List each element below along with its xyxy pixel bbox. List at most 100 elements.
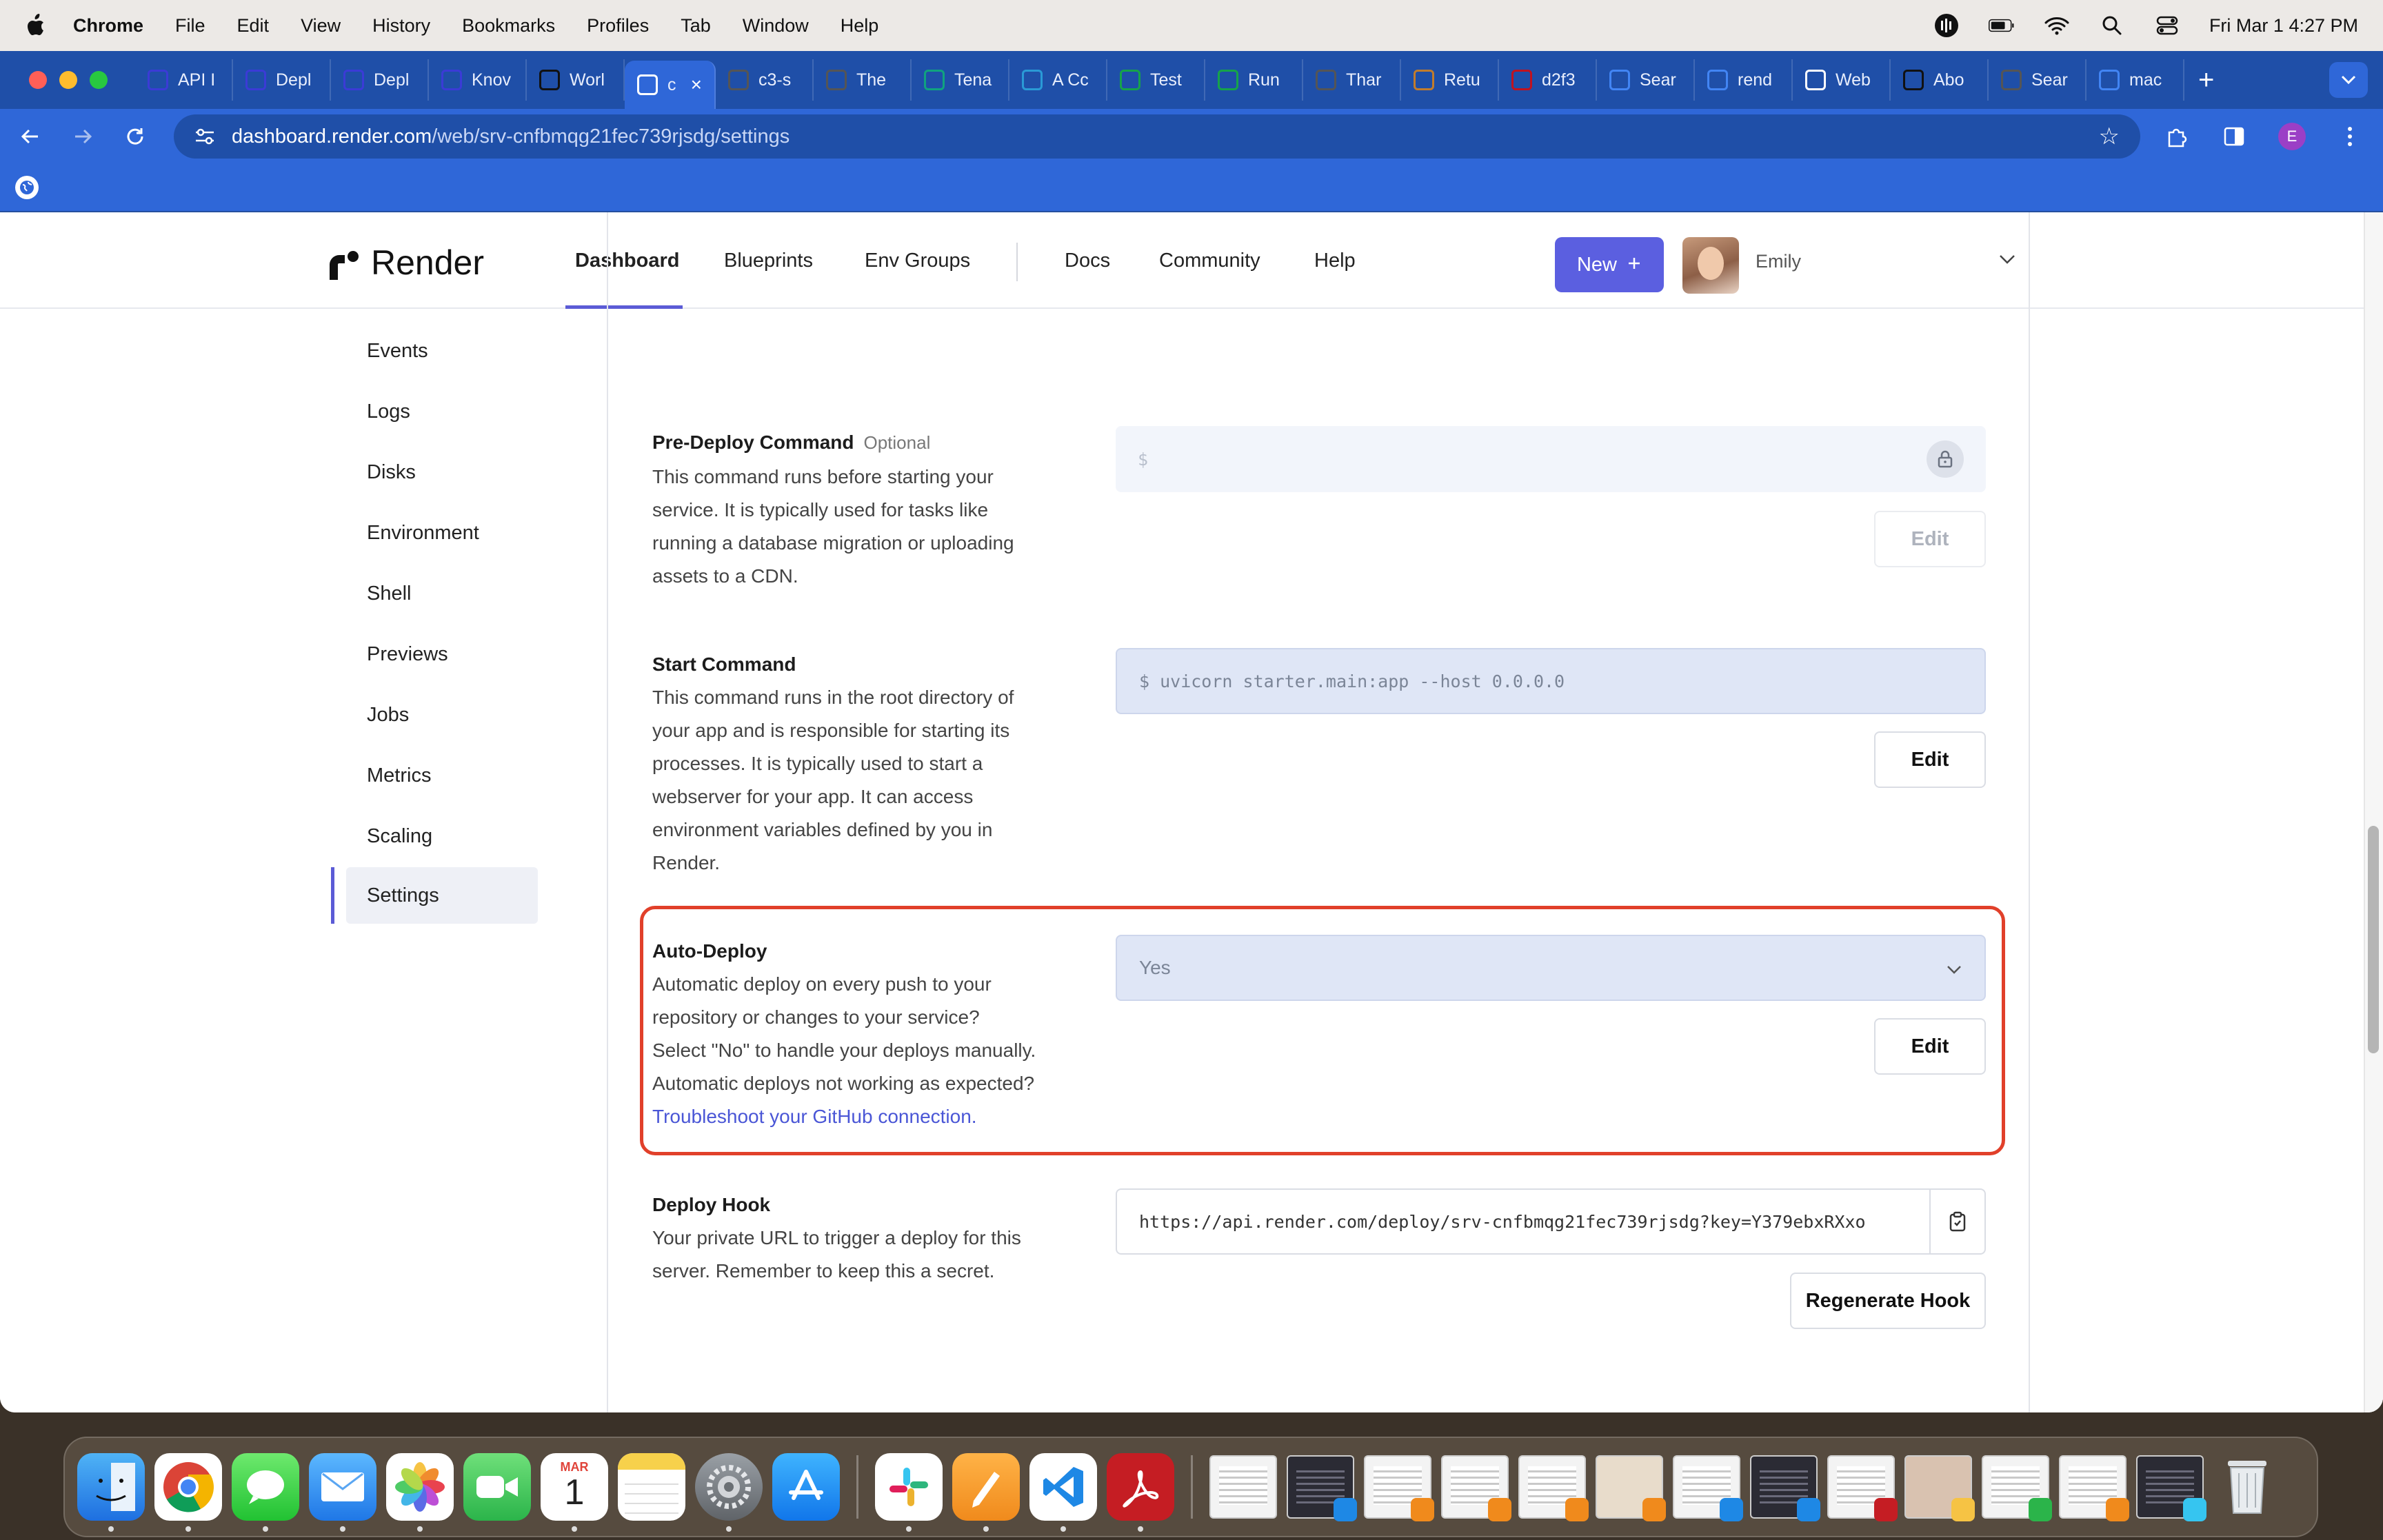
auto-deploy-select[interactable]: Yes [1116,935,1986,1001]
sidebar-item-metrics[interactable]: Metrics [331,747,552,804]
battery-icon[interactable] [1988,12,2015,39]
start-command-edit-button[interactable]: Edit [1874,731,1986,788]
browser-tab[interactable]: Web [1793,59,1891,101]
browser-tab[interactable]: A Cc [1009,59,1107,101]
browser-tab[interactable]: c3-s [716,59,814,101]
minimized-window-thumbnail[interactable] [1827,1455,1898,1521]
pre-deploy-command-field[interactable]: $ [1116,426,1986,492]
extensions-icon[interactable] [2154,114,2198,159]
browser-tab[interactable]: c × [625,61,716,109]
close-window-button[interactable] [29,71,47,89]
minimized-window-thumbnail[interactable] [1287,1455,1357,1521]
pre-deploy-edit-button[interactable]: Edit [1874,511,1986,567]
sidebar-item-disks[interactable]: Disks [331,444,552,500]
sidebar-item-events[interactable]: Events [331,323,552,379]
facetime-icon[interactable] [463,1453,531,1521]
vscode-icon[interactable] [1029,1453,1097,1532]
minimized-window-thumbnail[interactable] [1982,1455,2052,1521]
render-logo[interactable]: Render [330,243,484,283]
minimized-window-thumbnail[interactable] [1209,1455,1277,1519]
system-settings-icon[interactable] [695,1453,763,1532]
browser-tab[interactable]: Tena [912,59,1009,101]
browser-tab[interactable]: Thar [1303,59,1401,101]
sidebar-item-logs[interactable]: Logs [331,383,552,440]
menu-tab[interactable]: Tab [681,15,711,37]
bookmark-globe-icon[interactable] [15,176,39,199]
slack-icon[interactable] [875,1453,943,1532]
scrollbar-thumb[interactable] [2368,826,2379,1053]
auto-deploy-edit-button[interactable]: Edit [1874,1018,1986,1075]
browser-tab[interactable]: d2f3 [1499,59,1597,101]
sidebar-item-shell[interactable]: Shell [331,565,552,622]
sidebar-item-scaling[interactable]: Scaling [331,808,552,864]
menu-app-name[interactable]: Chrome [73,15,143,37]
chrome-menu-icon[interactable] [2328,114,2372,159]
photos-icon[interactable] [386,1453,454,1532]
reload-icon[interactable] [113,114,157,159]
browser-tab[interactable]: rend [1695,59,1793,101]
browser-tab[interactable]: Depl [233,59,331,101]
sidebar-item-previews[interactable]: Previews [331,626,552,682]
copy-to-clipboard-icon[interactable] [1929,1190,1984,1253]
minimized-window-thumbnail[interactable] [2136,1455,2206,1521]
profile-avatar[interactable]: E [2270,114,2314,159]
close-tab-icon[interactable]: × [691,74,702,96]
browser-tab[interactable]: Sear [1597,59,1695,101]
audio-levels-icon[interactable] [1933,12,1960,39]
minimized-window-thumbnail[interactable] [1904,1455,1975,1521]
mail-icon[interactable] [309,1453,376,1532]
app-store-icon[interactable] [772,1453,840,1521]
deploy-hook-url-field[interactable]: https://api.render.com/deploy/srv-cnfbmq… [1116,1188,1986,1255]
minimized-window-thumbnail[interactable] [2059,1455,2129,1521]
minimized-window-thumbnail[interactable] [1596,1455,1666,1521]
sidebar-item-settings[interactable]: Settings [346,867,538,924]
browser-tab[interactable]: Worl [527,59,625,101]
minimized-window-thumbnail[interactable] [1750,1455,1820,1521]
troubleshoot-github-link[interactable]: Troubleshoot your GitHub connection. [652,1100,1135,1133]
browser-tab[interactable]: mac [2087,59,2184,101]
spotlight-search-icon[interactable] [2099,12,2125,39]
browser-tab[interactable]: Run [1205,59,1303,101]
menu-file[interactable]: File [175,15,205,37]
pages-icon[interactable] [952,1453,1020,1532]
browser-tab[interactable]: Abo [1891,59,1989,101]
start-command-field[interactable]: $ uvicorn starter.main:app --host 0.0.0.… [1116,648,1986,714]
side-panel-icon[interactable] [2212,114,2256,159]
back-arrow-icon[interactable] [8,114,52,159]
bookmark-star-icon[interactable]: ☆ [2099,123,2120,150]
menubar-clock[interactable]: Fri Mar 1 4:27 PM [2209,15,2358,37]
trash-icon[interactable] [2213,1453,2281,1521]
menu-edit[interactable]: Edit [237,15,270,37]
sidebar-item-jobs[interactable]: Jobs [331,687,552,743]
minimized-window-thumbnail[interactable] [1673,1455,1743,1521]
browser-tab[interactable]: Retu [1401,59,1499,101]
calendar-icon[interactable]: MAR 1 [541,1453,608,1532]
forward-arrow-icon[interactable] [61,114,105,159]
chrome-icon[interactable] [154,1453,222,1532]
minimized-window-thumbnail[interactable] [1518,1455,1589,1521]
control-center-icon[interactable] [2154,12,2180,39]
menu-view[interactable]: View [301,15,341,37]
minimize-window-button[interactable] [59,71,77,89]
wifi-icon[interactable] [2044,12,2070,39]
address-bar[interactable]: dashboard.render.com/web/srv-cnfbmqg21fe… [174,114,2140,159]
messages-icon[interactable] [232,1453,299,1532]
browser-tab[interactable]: Test [1107,59,1205,101]
menu-bookmarks[interactable]: Bookmarks [462,15,555,37]
browser-tab[interactable]: Knov [429,59,527,101]
browser-tab[interactable]: The [814,59,912,101]
browser-tab[interactable]: Sear [1989,59,2087,101]
site-settings-icon[interactable] [194,128,215,145]
apple-menu-icon[interactable] [25,12,50,39]
menu-window[interactable]: Window [743,15,809,37]
menu-help[interactable]: Help [841,15,879,37]
notes-icon[interactable] [618,1453,685,1521]
browser-tab[interactable]: API I [135,59,233,101]
new-tab-button[interactable]: + [2198,65,2214,96]
minimized-window-thumbnail[interactable] [1441,1455,1511,1521]
menu-history[interactable]: History [372,15,430,37]
tab-search-chevron-icon[interactable] [2329,62,2368,98]
finder-icon[interactable] [77,1453,145,1532]
browser-tab[interactable]: Depl [331,59,429,101]
page-scrollbar[interactable] [2364,212,2383,1412]
